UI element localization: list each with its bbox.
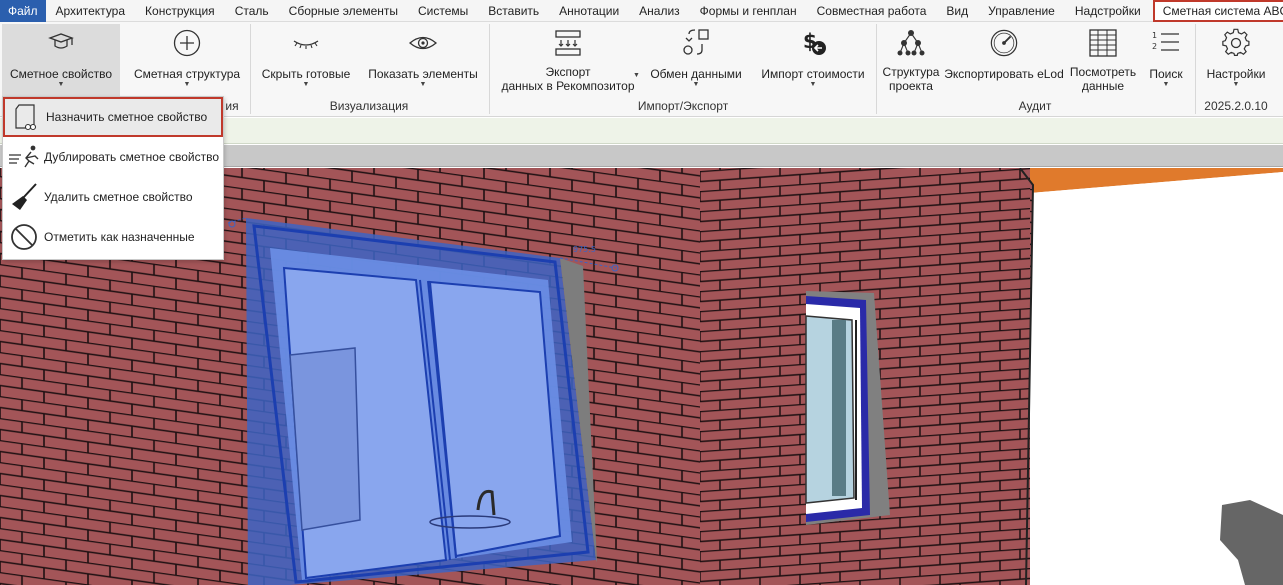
chevron-down-icon: ▼ xyxy=(419,81,427,88)
prohibited-icon xyxy=(6,220,42,254)
export-elod-label: Экспортировать eLod xyxy=(944,67,1064,81)
export-elod-button[interactable]: Экспортировать eLod xyxy=(942,24,1066,100)
group-label-visualization: Визуализация xyxy=(329,99,409,113)
settings-label: Настройки xyxy=(1206,67,1266,81)
tab-insert[interactable]: Вставить xyxy=(478,0,549,22)
menu-item-mark-assigned[interactable]: Отметить как назначенные xyxy=(3,217,223,257)
estimate-structure-button[interactable]: Сметная структура ▼ xyxy=(128,24,246,100)
hide-done-button[interactable]: Скрыть готовые ▼ xyxy=(256,24,356,100)
dollar-import-icon: $ xyxy=(798,27,828,59)
broom-icon xyxy=(6,180,42,214)
tab-precast[interactable]: Сборные элементы xyxy=(279,0,408,22)
selected-window[interactable]: 975.5 xyxy=(227,217,619,585)
chevron-down-icon: ▼ xyxy=(692,81,700,88)
show-elements-label: Показать элементы xyxy=(368,67,478,81)
project-structure-line1: Структура xyxy=(882,65,940,79)
menu-item-label: Удалить сметное свойство xyxy=(44,190,193,204)
export-recomposer-label: Экспорт данных в Рекомпозитор xyxy=(501,65,634,93)
svg-text:1: 1 xyxy=(1152,31,1157,40)
search-button[interactable]: 12 Поиск ▼ xyxy=(1143,24,1189,100)
menu-item-label: Назначить сметное свойство xyxy=(46,110,208,124)
group-separator xyxy=(1195,24,1196,114)
project-structure-label: Структура проекта xyxy=(883,65,940,93)
closed-eye-icon xyxy=(291,27,321,59)
estimate-structure-label: Сметная структура xyxy=(133,67,241,81)
dimension-label: 975.5 xyxy=(573,245,596,254)
plus-circle-icon xyxy=(172,27,202,59)
view-data-button[interactable]: Посмотреть данные xyxy=(1066,24,1140,100)
show-elements-button[interactable]: Показать элементы ▼ xyxy=(364,24,482,100)
version-label: 2025.2.0.10 xyxy=(1204,99,1268,113)
group-separator xyxy=(876,24,877,114)
tab-file[interactable]: Файл xyxy=(0,0,46,22)
chevron-down-icon: ▼ xyxy=(57,81,65,88)
estimate-property-dropdown: Назначить сметное свойство Дублировать с… xyxy=(2,96,224,260)
hide-done-label: Скрыть готовые xyxy=(261,67,351,81)
gear-icon xyxy=(1221,27,1251,59)
tab-view[interactable]: Вид xyxy=(936,0,978,22)
menu-item-label: Отметить как назначенные xyxy=(44,230,195,244)
estimate-property-button[interactable]: Сметное свойство ▼ xyxy=(2,24,120,100)
tab-addins[interactable]: Надстройки xyxy=(1065,0,1151,22)
estimate-property-label: Сметное свойство xyxy=(9,67,113,81)
tab-abc-estimate-system[interactable]: Сметная система ABC xyxy=(1152,0,1283,22)
svg-text:2: 2 xyxy=(1152,42,1157,51)
view-data-line2: данные xyxy=(1081,79,1125,93)
tab-architecture[interactable]: Архитектура xyxy=(46,0,136,22)
eye-icon xyxy=(408,27,438,59)
tab-structure[interactable]: Конструкция xyxy=(135,0,225,22)
view-data-label: Посмотреть данные xyxy=(1070,65,1136,93)
tab-analyze[interactable]: Анализ xyxy=(629,0,690,22)
menu-item-assign-property[interactable]: Назначить сметное свойство xyxy=(3,97,223,137)
settings-button[interactable]: Настройки ▼ xyxy=(1200,24,1272,100)
tab-massing-site[interactable]: Формы и генплан xyxy=(690,0,807,22)
project-structure-line2: проекта xyxy=(889,79,933,93)
view-data-line1: Посмотреть xyxy=(1069,65,1137,79)
assign-property-icon xyxy=(8,100,44,134)
data-exchange-button[interactable]: Обмен данными ▼ xyxy=(645,24,747,100)
chevron-down-icon[interactable]: ▼ xyxy=(633,72,640,79)
chevron-down-icon: ▼ xyxy=(183,81,191,88)
tab-systems[interactable]: Системы xyxy=(408,0,478,22)
exchange-arrows-icon xyxy=(681,27,711,59)
numbered-list-icon: 12 xyxy=(1151,27,1181,59)
search-label: Поиск xyxy=(1149,67,1183,81)
tab-steel[interactable]: Сталь xyxy=(225,0,279,22)
data-exchange-label: Обмен данными xyxy=(650,67,742,81)
menu-item-label: Дублировать сметное свойство xyxy=(44,150,220,164)
group-label-import-export: Импорт/Экспорт xyxy=(637,99,729,113)
gauge-icon xyxy=(989,27,1019,59)
menu-item-duplicate-property[interactable]: Дублировать сметное свойство xyxy=(3,137,223,177)
graduation-cap-icon xyxy=(46,27,76,59)
group-label-partial: ия xyxy=(225,99,239,113)
group-label-audit: Аудит xyxy=(1018,99,1052,113)
group-separator xyxy=(489,24,490,114)
group-separator xyxy=(250,24,251,114)
project-structure-button[interactable]: Структура проекта xyxy=(880,24,942,100)
tab-annotate[interactable]: Аннотации xyxy=(549,0,629,22)
import-cost-label: Импорт стоимости xyxy=(761,67,865,81)
chevron-down-icon: ▼ xyxy=(809,81,817,88)
chevron-down-icon: ▼ xyxy=(1232,81,1240,88)
export-label-line2: данных в Рекомпозитор xyxy=(501,79,635,93)
chevron-down-icon: ▼ xyxy=(302,81,310,88)
export-recomposer-button[interactable]: Экспорт данных в Рекомпозитор xyxy=(496,24,640,100)
export-label-line1: Экспорт xyxy=(545,65,591,79)
hierarchy-icon xyxy=(896,27,926,59)
duplicate-property-icon xyxy=(6,140,42,174)
menu-item-delete-property[interactable]: Удалить сметное свойство xyxy=(3,177,223,217)
menu-bar: Файл Архитектура Конструкция Сталь Сборн… xyxy=(0,0,1283,22)
export-grid-icon xyxy=(553,27,583,59)
chevron-down-icon: ▼ xyxy=(1162,81,1170,88)
tab-collaborate[interactable]: Совместная работа xyxy=(807,0,937,22)
tab-manage[interactable]: Управление xyxy=(978,0,1065,22)
import-cost-button[interactable]: $ Импорт стоимости ▼ xyxy=(756,24,870,100)
table-icon xyxy=(1088,27,1118,59)
